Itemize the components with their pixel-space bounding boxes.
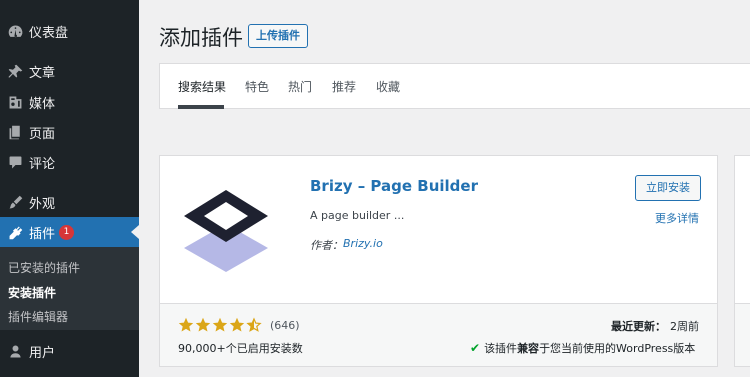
menu-item-label: 插件 xyxy=(29,226,56,242)
active-installs: 90,000+个已启用安装数 xyxy=(178,342,303,355)
admin-sidebar: 仪表盘 文章 媒体 页面 评论 外观 插件 1 已安装的插件 安装插件 插件编辑… xyxy=(0,0,139,377)
plugins-submenu: 已安装的插件 安装插件 插件编辑器 xyxy=(0,247,139,330)
menu-item-appearance[interactable]: 外观 xyxy=(0,187,139,217)
last-updated-label: 最近更新： xyxy=(611,320,666,333)
compatibility-notice: ✔ 该插件 兼容 于您当前使用的WordPress版本 xyxy=(470,340,695,356)
comment-icon xyxy=(5,152,25,172)
menu-item-posts[interactable]: 文章 xyxy=(0,56,139,86)
tab-favorites[interactable]: 收藏 xyxy=(376,78,400,95)
update-count-badge: 1 xyxy=(59,224,75,240)
star-filled-icon xyxy=(178,317,194,332)
dashboard-icon xyxy=(5,21,25,41)
menu-item-label: 仪表盘 xyxy=(29,25,69,41)
author-label: 作者： xyxy=(310,239,343,252)
menu-item-dashboard[interactable]: 仪表盘 xyxy=(0,16,139,46)
author-link[interactable]: Brizy.io xyxy=(343,237,383,250)
compat-bold: 兼容 xyxy=(517,342,540,355)
next-plugin-card xyxy=(734,155,750,367)
star-rating xyxy=(178,317,263,333)
page-title: 添加插件 xyxy=(159,26,243,50)
menu-item-users[interactable]: 用户 xyxy=(0,336,139,366)
menu-item-label: 媒体 xyxy=(29,96,56,112)
plugin-card-footer: (646) 90,000+个已启用安装数 最近更新： 2周前 ✔ 该插件 兼容 于您… xyxy=(160,303,717,366)
plugin-icon xyxy=(5,222,25,242)
next-plugin-card-footer xyxy=(735,303,750,366)
star-filled-icon xyxy=(229,317,245,332)
plugin-description: A page builder ... xyxy=(310,209,405,222)
active-indicator xyxy=(131,225,139,239)
media-icon xyxy=(5,92,25,112)
user-icon xyxy=(5,341,25,361)
menu-item-plugins[interactable]: 插件 1 xyxy=(0,217,139,247)
upload-plugin-button[interactable]: 上传插件 xyxy=(248,24,308,48)
tab-popular[interactable]: 热门 xyxy=(288,78,312,95)
plugin-name-link[interactable]: Brizy – Page Builder xyxy=(310,177,478,195)
last-updated-value: 2周前 xyxy=(670,320,699,333)
star-half-icon xyxy=(246,317,262,332)
menu-item-pages[interactable]: 页面 xyxy=(0,117,139,147)
rating-count[interactable]: (646) xyxy=(270,319,300,332)
submenu-installed-plugins[interactable]: 已安装的插件 xyxy=(8,259,80,276)
star-filled-icon xyxy=(195,317,211,332)
brizy-logo-icon[interactable] xyxy=(182,186,270,274)
page-icon xyxy=(5,122,25,142)
pin-icon xyxy=(5,61,25,81)
plugin-card: Brizy – Page Builder A page builder ... … xyxy=(159,155,718,367)
brush-icon xyxy=(5,192,25,212)
compat-suffix: 于您当前使用的WordPress版本 xyxy=(539,342,696,355)
menu-item-comments[interactable]: 评论 xyxy=(0,147,139,177)
filter-tabs: 搜索结果 特色 热门 推荐 收藏 xyxy=(159,63,750,109)
tab-recommended[interactable]: 推荐 xyxy=(332,78,356,95)
menu-item-media[interactable]: 媒体 xyxy=(0,87,139,117)
menu-item-label: 评论 xyxy=(29,156,56,172)
tab-featured[interactable]: 特色 xyxy=(245,78,269,95)
compat-prefix: 该插件 xyxy=(484,342,518,355)
menu-item-label: 外观 xyxy=(29,196,56,212)
submenu-add-plugins[interactable]: 安装插件 xyxy=(8,284,56,301)
submenu-plugin-editor[interactable]: 插件编辑器 xyxy=(8,308,68,325)
menu-item-label: 用户 xyxy=(29,345,56,361)
install-now-button[interactable]: 立即安装 xyxy=(635,175,701,201)
more-details-link[interactable]: 更多详情 xyxy=(655,210,699,226)
tab-search-results[interactable]: 搜索结果 xyxy=(178,78,226,95)
menu-item-label: 页面 xyxy=(29,126,56,142)
menu-item-label: 文章 xyxy=(29,65,56,81)
plugin-card-top: Brizy – Page Builder A page builder ... … xyxy=(160,156,717,303)
active-tab-underline xyxy=(178,105,224,109)
checkmark-icon: ✔ xyxy=(470,341,481,355)
star-filled-icon xyxy=(212,317,228,332)
